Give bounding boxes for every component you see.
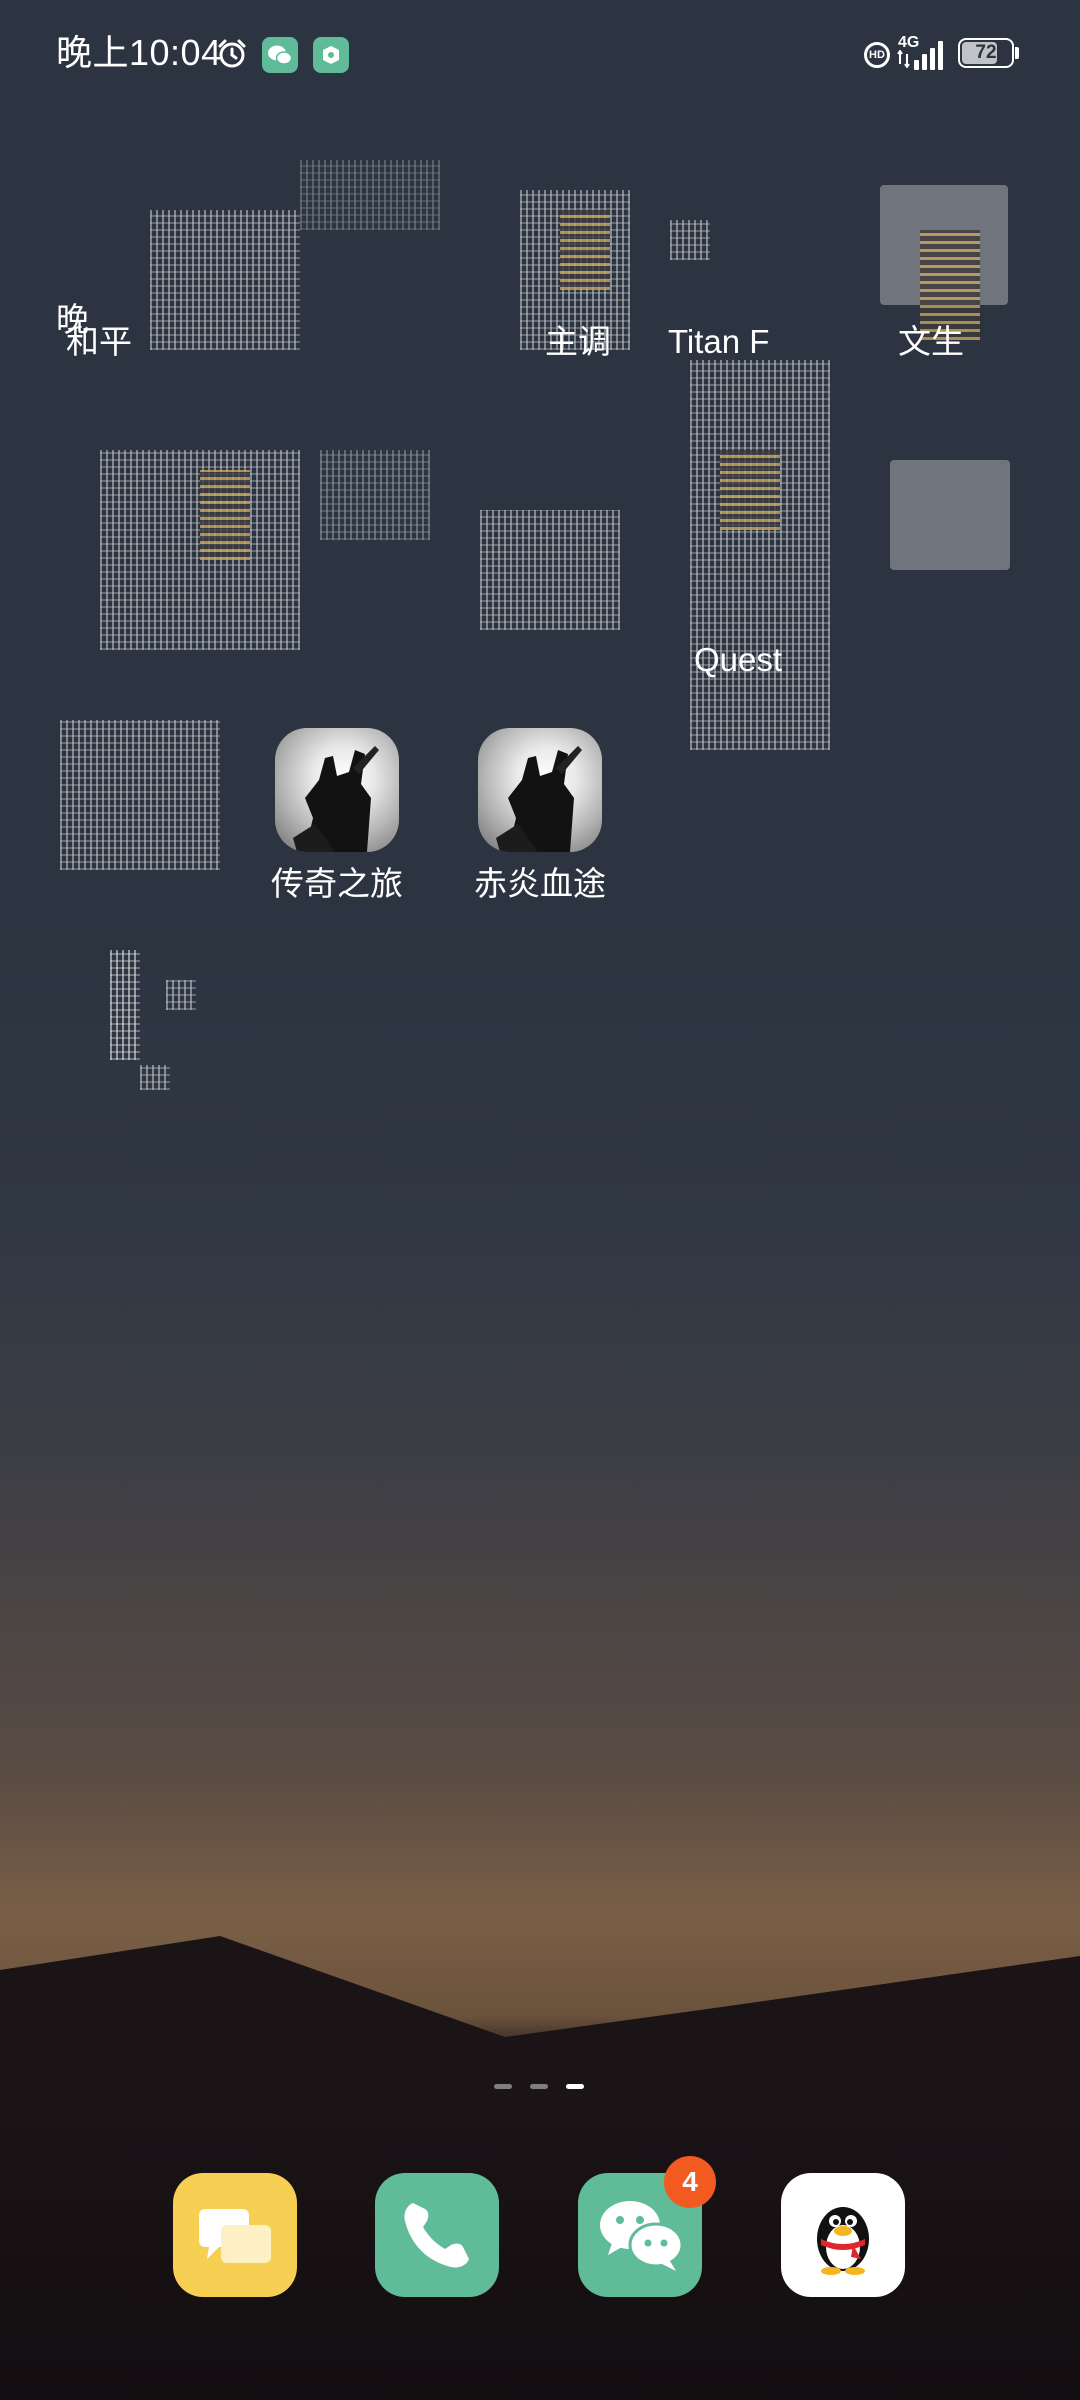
dock-messages-app[interactable] bbox=[173, 2173, 297, 2297]
status-time: 晚上10:04 bbox=[56, 32, 222, 73]
app-chiyan-xuetu[interactable]: 赤炎血途 bbox=[450, 728, 630, 906]
glitch-artifact bbox=[560, 210, 610, 290]
hd-voice-icon: HD bbox=[864, 42, 890, 68]
glitched-app-icon[interactable] bbox=[150, 210, 300, 350]
glitched-app-icon[interactable] bbox=[60, 720, 220, 870]
alarm-clock-icon bbox=[218, 39, 246, 68]
dock-qq-app[interactable] bbox=[781, 2173, 905, 2297]
glitched-app-label: 文生 bbox=[898, 323, 964, 360]
glitched-app-label: Titan F bbox=[668, 323, 770, 360]
phone-handset-icon bbox=[404, 2203, 469, 2268]
wechat-notification-icon bbox=[262, 37, 298, 73]
app-label: 赤炎血途 bbox=[474, 865, 606, 902]
data-activity-icon bbox=[897, 50, 910, 68]
page-dot[interactable] bbox=[494, 2084, 512, 2089]
page-dot[interactable] bbox=[530, 2084, 548, 2089]
glitch-artifact bbox=[720, 450, 780, 530]
app-chuanqi-zhilv[interactable]: 传奇之旅 bbox=[247, 728, 427, 906]
status-bar: 晚上10:04 HD 4G 72 bbox=[0, 0, 1080, 110]
wechat-unread-badge: 4 bbox=[664, 2156, 716, 2208]
glitched-app-icon[interactable] bbox=[890, 460, 1010, 570]
page-dot-active[interactable] bbox=[566, 2084, 584, 2089]
battery-indicator: 72 bbox=[958, 38, 1014, 68]
glitched-app-label: Quest bbox=[694, 641, 783, 678]
qq-penguin-icon bbox=[817, 2207, 869, 2275]
message-bubbles-icon bbox=[199, 2209, 271, 2263]
game-warrior-icon bbox=[275, 728, 399, 852]
glitch-artifact bbox=[110, 950, 140, 1060]
battery-level: 72 bbox=[975, 42, 997, 63]
glitch-artifact bbox=[166, 980, 196, 1010]
glitch-artifact bbox=[320, 450, 430, 540]
signal-strength-icon bbox=[914, 41, 943, 70]
dock-phone-app[interactable] bbox=[375, 2173, 499, 2297]
glitch-artifact bbox=[300, 160, 440, 230]
page-indicator[interactable] bbox=[494, 2084, 586, 2092]
glitch-artifact bbox=[140, 1065, 170, 1090]
glitch-artifact bbox=[200, 470, 250, 560]
glitched-app-label: 和平 bbox=[66, 323, 132, 360]
glitched-app-area: 晚 和平 主调 Titan F 文生 Quest bbox=[0, 130, 1080, 1090]
mountain-silhouette bbox=[0, 1936, 1080, 2130]
app-label: 传奇之旅 bbox=[271, 865, 403, 902]
game-warrior-icon bbox=[478, 728, 602, 852]
glitch-artifact bbox=[670, 220, 710, 260]
battery-tip bbox=[1015, 47, 1019, 59]
glitched-app-icon[interactable] bbox=[690, 360, 830, 750]
app-store-notification-icon bbox=[313, 37, 349, 73]
glitched-app-icon[interactable] bbox=[480, 510, 620, 630]
glitched-app-label: 主调 bbox=[545, 323, 611, 360]
